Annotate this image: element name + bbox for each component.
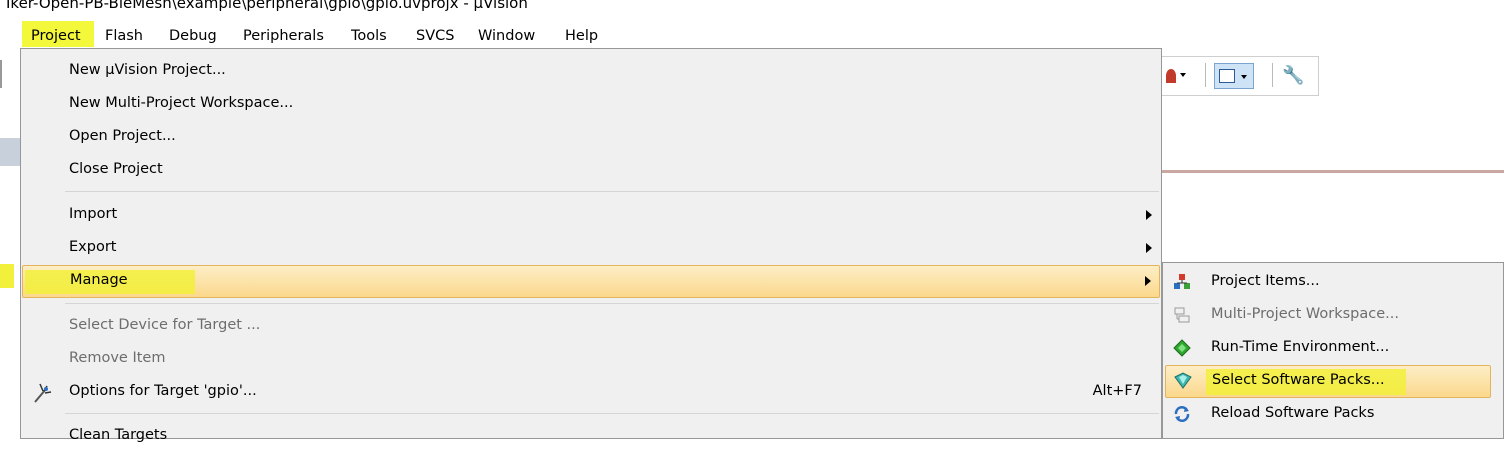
menu-separator <box>65 303 1159 304</box>
menu-tools[interactable]: Tools <box>351 26 387 46</box>
menu-debug[interactable]: Debug <box>169 26 217 46</box>
menu-item-import[interactable]: Import <box>22 199 1160 232</box>
submenu-item-project-items[interactable]: Project Items... <box>1165 266 1491 299</box>
menu-item-open-project[interactable]: Open Project... <box>22 121 1160 154</box>
menu-bar: Project Flash Debug Peripherals Tools SV… <box>0 21 1504 48</box>
menu-item-new-uvision-project[interactable]: New µVision Project... <box>22 55 1160 88</box>
menu-item-manage[interactable]: Manage <box>22 265 1160 298</box>
menu-item-options-for-target[interactable]: Options for Target 'gpio'... Alt+F7 <box>22 376 1160 409</box>
menu-flash[interactable]: Flash <box>105 26 143 46</box>
window-layout-button[interactable] <box>1214 63 1254 89</box>
menu-item-clean-targets[interactable]: Clean Targets <box>22 420 1160 453</box>
title-bar: Iker-Open-PB-BleMesh\example\peripheral\… <box>0 0 1504 18</box>
window-title: Iker-Open-PB-BleMesh\example\peripheral\… <box>6 0 528 12</box>
submenu-arrow-icon <box>1146 210 1152 220</box>
submenu-arrow-icon <box>1146 243 1152 253</box>
project-menu: New µVision Project... New Multi-Project… <box>20 48 1162 443</box>
project-items-icon <box>1173 273 1191 291</box>
background-right-pane: 🔧 <box>1162 48 1504 263</box>
wrench-icon[interactable]: 🔧 <box>1282 65 1304 86</box>
menu-help[interactable]: Help <box>565 26 598 46</box>
menu-peripherals[interactable]: Peripherals <box>243 26 324 46</box>
background-left-pane <box>0 48 22 439</box>
manage-submenu: Project Items... Multi-Project Workspace… <box>1162 262 1504 439</box>
menu-item-remove-item[interactable]: Remove Item <box>22 343 1160 376</box>
menu-window[interactable]: Window <box>478 26 535 46</box>
menu-item-select-device-for-target[interactable]: Select Device for Target ... <box>22 310 1160 343</box>
menu-svcs[interactable]: SVCS <box>416 26 454 46</box>
window-icon <box>1219 69 1235 83</box>
menu-item-export[interactable]: Export <box>22 232 1160 265</box>
debug-icon[interactable] <box>1166 69 1176 83</box>
submenu-item-select-software-packs[interactable]: Select Software Packs... <box>1165 365 1491 398</box>
submenu-item-reload-software-packs[interactable]: Reload Software Packs <box>1165 398 1491 431</box>
menu-project[interactable]: Project <box>31 26 81 46</box>
chevron-down-icon <box>1241 75 1247 79</box>
submenu-item-multi-project-workspace[interactable]: Multi-Project Workspace... <box>1165 299 1491 332</box>
target-options-icon <box>32 382 54 404</box>
menu-separator <box>65 413 1159 414</box>
submenu-item-run-time-environment[interactable]: Run-Time Environment... <box>1165 332 1491 365</box>
toolbar: 🔧 <box>1162 56 1319 96</box>
chevron-down-icon[interactable] <box>1180 73 1186 77</box>
submenu-arrow-icon <box>1145 276 1151 286</box>
reload-icon <box>1173 405 1191 423</box>
menu-separator <box>65 191 1159 192</box>
rte-icon <box>1173 339 1191 357</box>
multi-project-icon <box>1173 306 1191 324</box>
software-packs-icon <box>1174 372 1192 390</box>
menu-item-close-project[interactable]: Close Project <box>22 154 1160 187</box>
menu-item-new-multi-project-workspace[interactable]: New Multi-Project Workspace... <box>22 88 1160 121</box>
